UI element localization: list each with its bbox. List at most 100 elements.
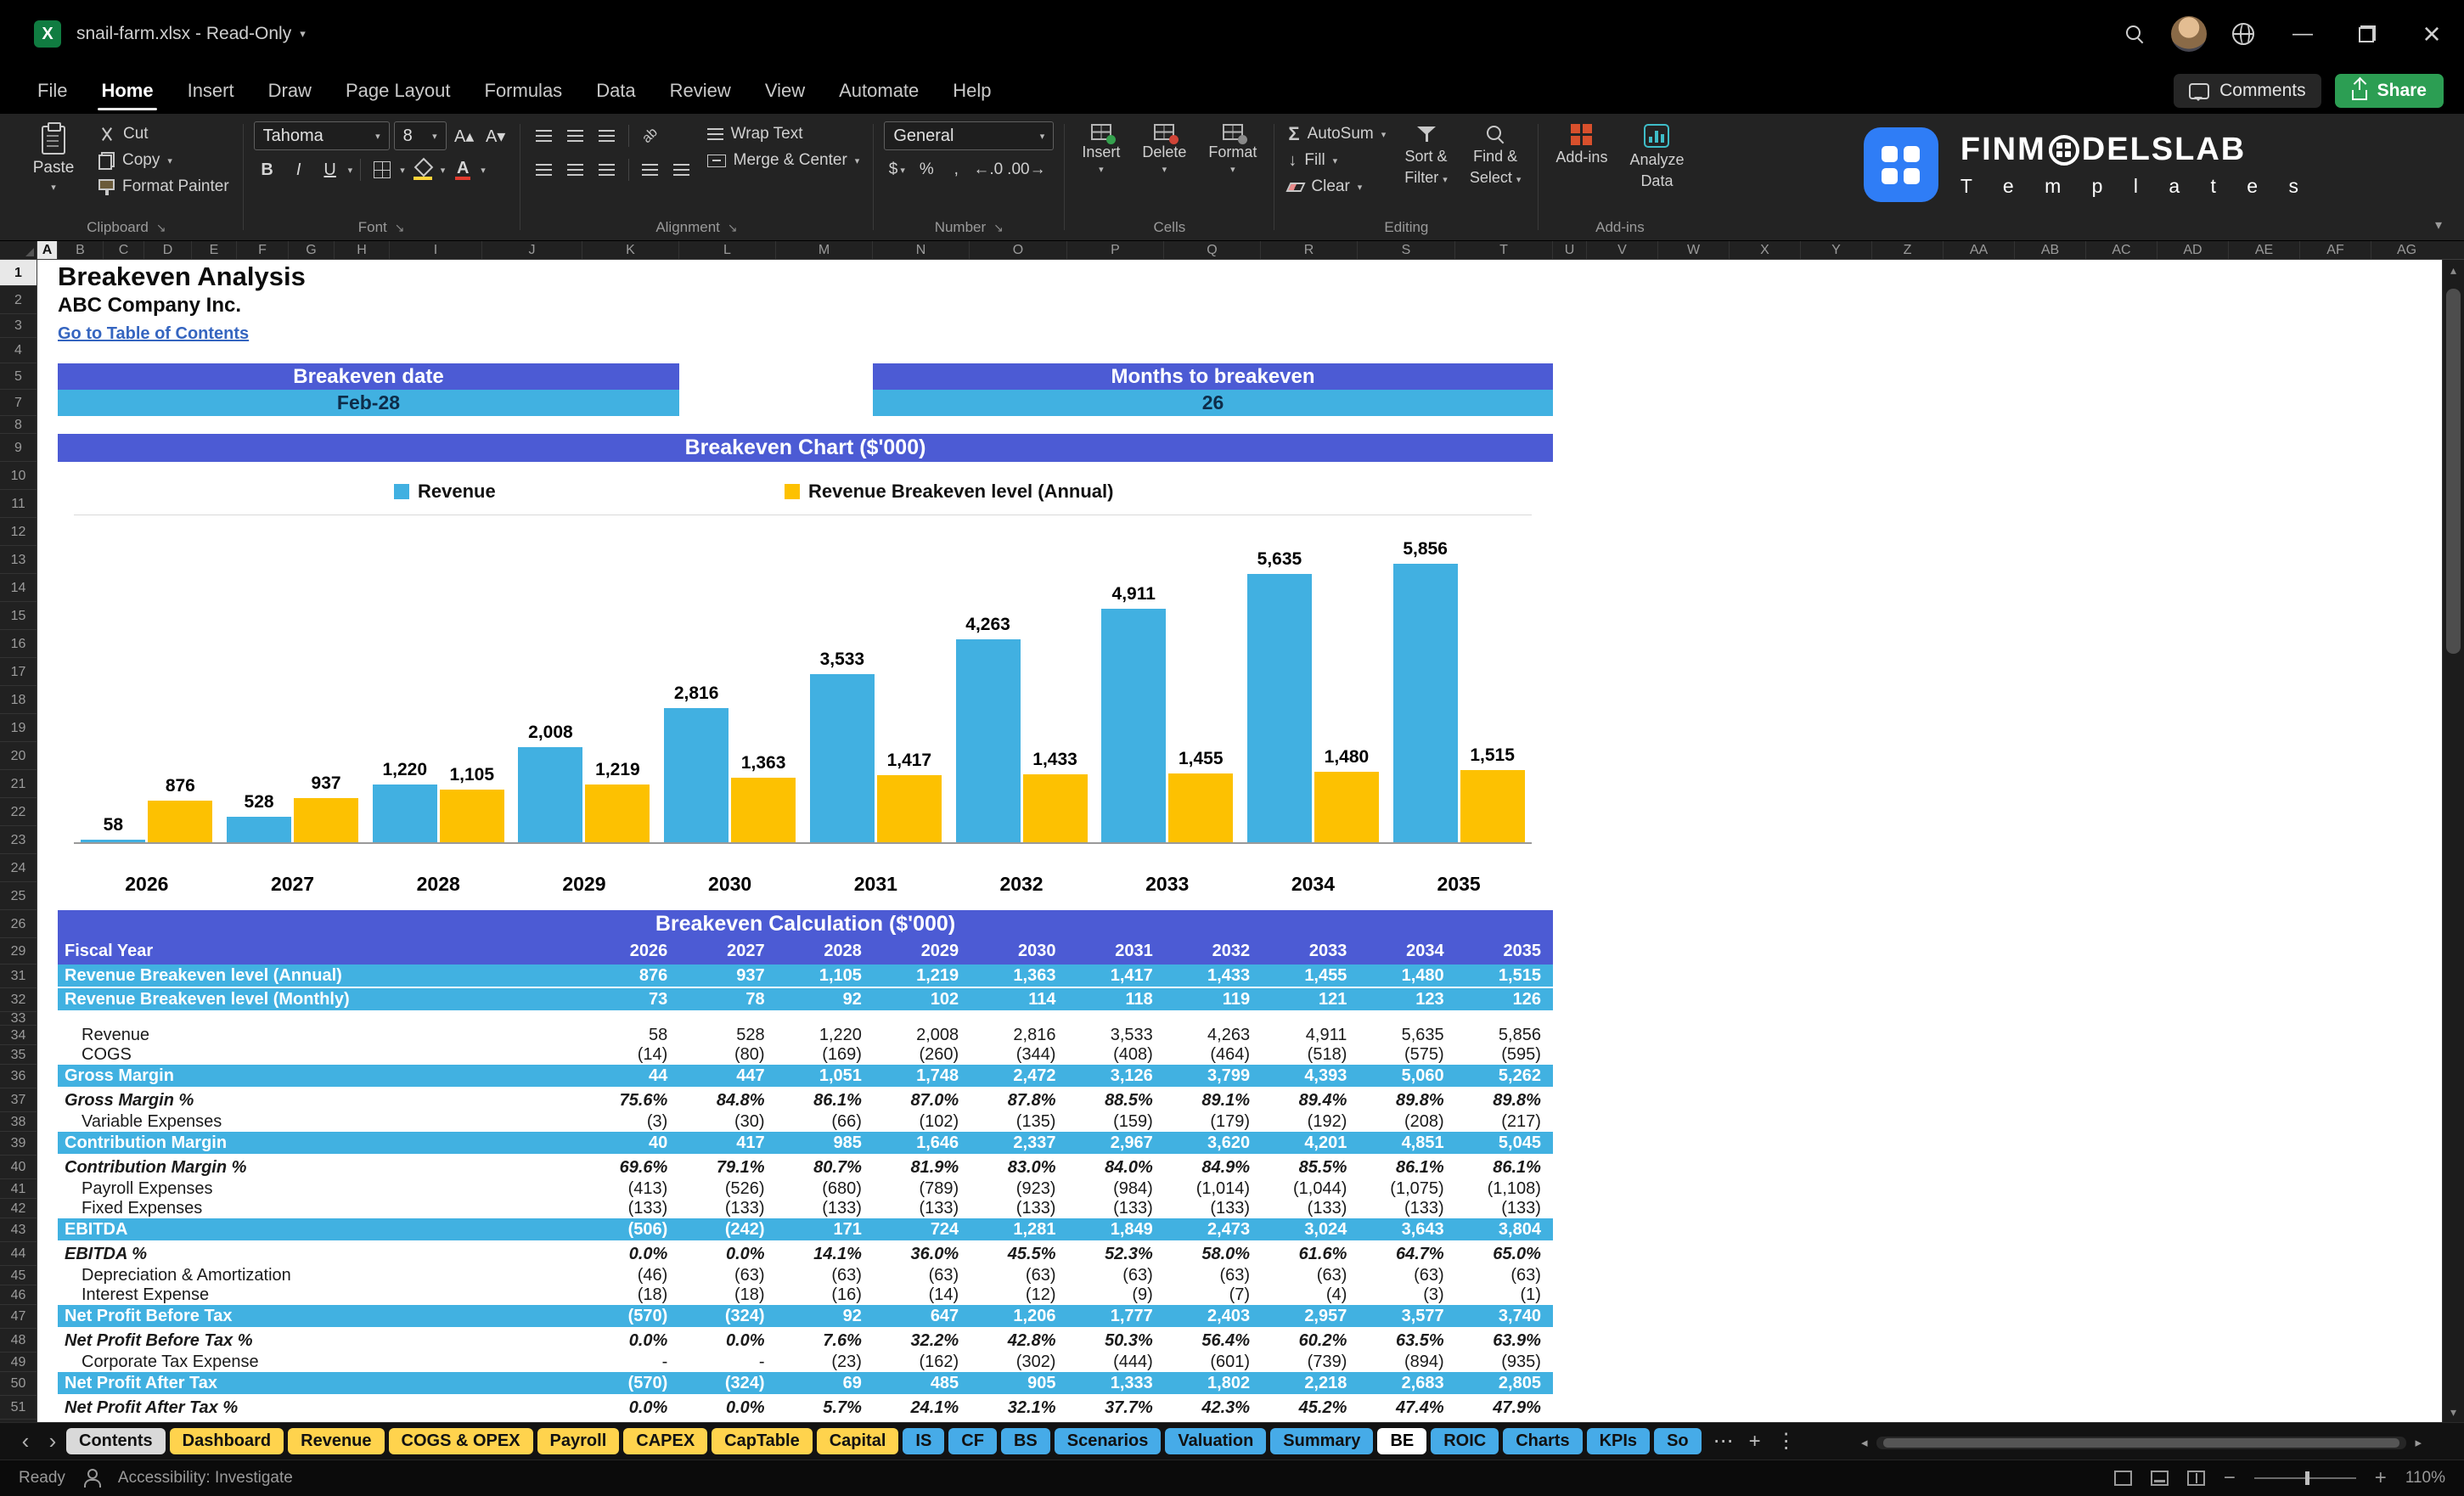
cell[interactable]: (63) <box>1067 1266 1164 1285</box>
cell[interactable]: 86.1% <box>777 1088 874 1112</box>
cell[interactable]: 61.6% <box>1262 1242 1359 1266</box>
column-header-F[interactable]: F <box>237 241 289 259</box>
cell[interactable]: 876 <box>582 965 679 987</box>
cell[interactable]: (4) <box>1262 1285 1359 1305</box>
breakeven-date-value[interactable]: Feb-28 <box>58 390 679 416</box>
font-name-select[interactable]: Tahoma▾ <box>254 121 390 150</box>
column-header-T[interactable]: T <box>1455 241 1553 259</box>
cell[interactable]: (14) <box>874 1285 970 1305</box>
cell[interactable]: 89.4% <box>1262 1088 1359 1112</box>
cell[interactable]: 47.4% <box>1359 1396 1455 1420</box>
fiscal-year-2033[interactable]: 2033 <box>1262 938 1359 965</box>
sort-filter-button[interactable]: Sort &Filter ▾ <box>1398 121 1454 186</box>
cell[interactable]: 114 <box>970 988 1067 1010</box>
collapse-ribbon-button[interactable]: ▾ <box>2435 217 2442 233</box>
cell[interactable]: 60.2% <box>1262 1329 1359 1353</box>
column-header-AC[interactable]: AC <box>2086 241 2157 259</box>
format-painter-button[interactable]: Format Painter <box>95 175 233 199</box>
bar-chart[interactable]: Revenue Revenue Breakeven level (Annual)… <box>37 462 1574 910</box>
cell[interactable]: (302) <box>970 1353 1067 1372</box>
comments-button[interactable]: Comments <box>2174 74 2321 108</box>
scroll-up-arrow[interactable]: ▴ <box>2443 260 2464 280</box>
cell[interactable]: 79.1% <box>679 1156 776 1179</box>
cell[interactable]: 126 <box>1456 988 1553 1010</box>
cell[interactable]: (894) <box>1359 1353 1455 1372</box>
cell[interactable]: 89.8% <box>1359 1088 1455 1112</box>
row-header-44[interactable]: 44 <box>0 1242 37 1266</box>
cell[interactable]: 24.1% <box>874 1396 970 1420</box>
zoom-in-button[interactable]: + <box>2375 1468 2387 1488</box>
column-header-X[interactable]: X <box>1730 241 1801 259</box>
cell[interactable]: (413) <box>582 1179 679 1199</box>
cell[interactable]: (63) <box>777 1266 874 1285</box>
column-header-E[interactable]: E <box>192 241 237 259</box>
column-header-AA[interactable]: AA <box>1944 241 2015 259</box>
cell[interactable]: 171 <box>777 1218 874 1240</box>
cell[interactable]: (135) <box>970 1112 1067 1132</box>
cell[interactable]: (133) <box>777 1199 874 1218</box>
hscroll-left-arrow[interactable]: ◂ <box>1861 1435 1868 1450</box>
column-header-V[interactable]: V <box>1587 241 1658 259</box>
vertical-scrollbar-thumb[interactable] <box>2446 289 2461 654</box>
row-header-4[interactable]: 4 <box>0 338 37 363</box>
number-format-select[interactable]: General▾ <box>884 121 1054 150</box>
align-bottom-button[interactable] <box>593 122 621 149</box>
cell[interactable]: (1,108) <box>1456 1179 1553 1199</box>
column-header-L[interactable]: L <box>679 241 776 259</box>
cell[interactable]: 84.9% <box>1165 1156 1262 1179</box>
cell[interactable]: 58.0% <box>1165 1242 1262 1266</box>
zoom-out-button[interactable]: − <box>2224 1468 2236 1488</box>
row-header-40[interactable]: 40 <box>0 1156 37 1179</box>
cell[interactable]: (575) <box>1359 1045 1455 1065</box>
cell[interactable]: (30) <box>679 1112 776 1132</box>
font-color-button[interactable]: A <box>449 156 476 183</box>
cell[interactable]: (169) <box>777 1045 874 1065</box>
column-header-AE[interactable]: AE <box>2229 241 2300 259</box>
cell[interactable]: 5.7% <box>777 1396 874 1420</box>
cells-area[interactable]: Breakeven Analysis ABC Company Inc. Go t… <box>37 260 2442 1422</box>
tabs-scroll-right-button[interactable]: › <box>39 1428 66 1454</box>
cell[interactable]: (923) <box>970 1179 1067 1199</box>
cell[interactable]: 985 <box>777 1132 874 1154</box>
row-header-14[interactable]: 14 <box>0 574 37 602</box>
cell[interactable]: (1,075) <box>1359 1179 1455 1199</box>
fiscal-year-2026[interactable]: 2026 <box>582 938 679 965</box>
cell[interactable]: 85.5% <box>1262 1156 1359 1179</box>
column-header-N[interactable]: N <box>873 241 970 259</box>
cell[interactable]: (408) <box>1067 1045 1164 1065</box>
row-header-38[interactable]: 38 <box>0 1112 37 1132</box>
cell[interactable]: 118 <box>1067 988 1164 1010</box>
underline-button[interactable]: U <box>317 156 344 183</box>
align-left-button[interactable] <box>531 156 558 183</box>
decrease-decimal-button[interactable]: .00→ <box>1007 157 1045 183</box>
menu-tab-home[interactable]: Home <box>84 68 170 114</box>
column-header-H[interactable]: H <box>335 241 390 259</box>
row-header-24[interactable]: 24 <box>0 854 37 882</box>
cell[interactable]: 1,748 <box>874 1065 970 1087</box>
format-cells-button[interactable]: Format▾ <box>1201 121 1263 175</box>
cell[interactable]: 1,777 <box>1067 1305 1164 1327</box>
cell[interactable]: (935) <box>1456 1353 1553 1372</box>
row-header-45[interactable]: 45 <box>0 1266 37 1285</box>
horizontal-scrollbar-thumb[interactable] <box>1883 1438 2400 1448</box>
cell[interactable]: 84.0% <box>1067 1156 1164 1179</box>
align-top-button[interactable] <box>531 122 558 149</box>
cell[interactable]: (7) <box>1165 1285 1262 1305</box>
cell[interactable]: 647 <box>874 1305 970 1327</box>
cell[interactable]: (1,014) <box>1165 1179 1262 1199</box>
search-button[interactable] <box>2107 0 2162 68</box>
cell[interactable]: 447 <box>679 1065 776 1087</box>
fiscal-year-2035[interactable]: 2035 <box>1456 938 1553 965</box>
cell[interactable]: 1,219 <box>874 965 970 987</box>
cell[interactable]: (80) <box>679 1045 776 1065</box>
row-header-19[interactable]: 19 <box>0 714 37 742</box>
cell[interactable]: (133) <box>874 1199 970 1218</box>
row-header-39[interactable]: 39 <box>0 1132 37 1156</box>
sheet-tab-bs[interactable]: BS <box>1001 1428 1050 1454</box>
column-header-M[interactable]: M <box>776 241 873 259</box>
addins-button[interactable]: Add-ins <box>1549 121 1614 166</box>
row-header-47[interactable]: 47 <box>0 1305 37 1329</box>
cell[interactable]: 73 <box>582 988 679 1010</box>
row-header-43[interactable]: 43 <box>0 1218 37 1242</box>
column-header-U[interactable]: U <box>1553 241 1587 259</box>
